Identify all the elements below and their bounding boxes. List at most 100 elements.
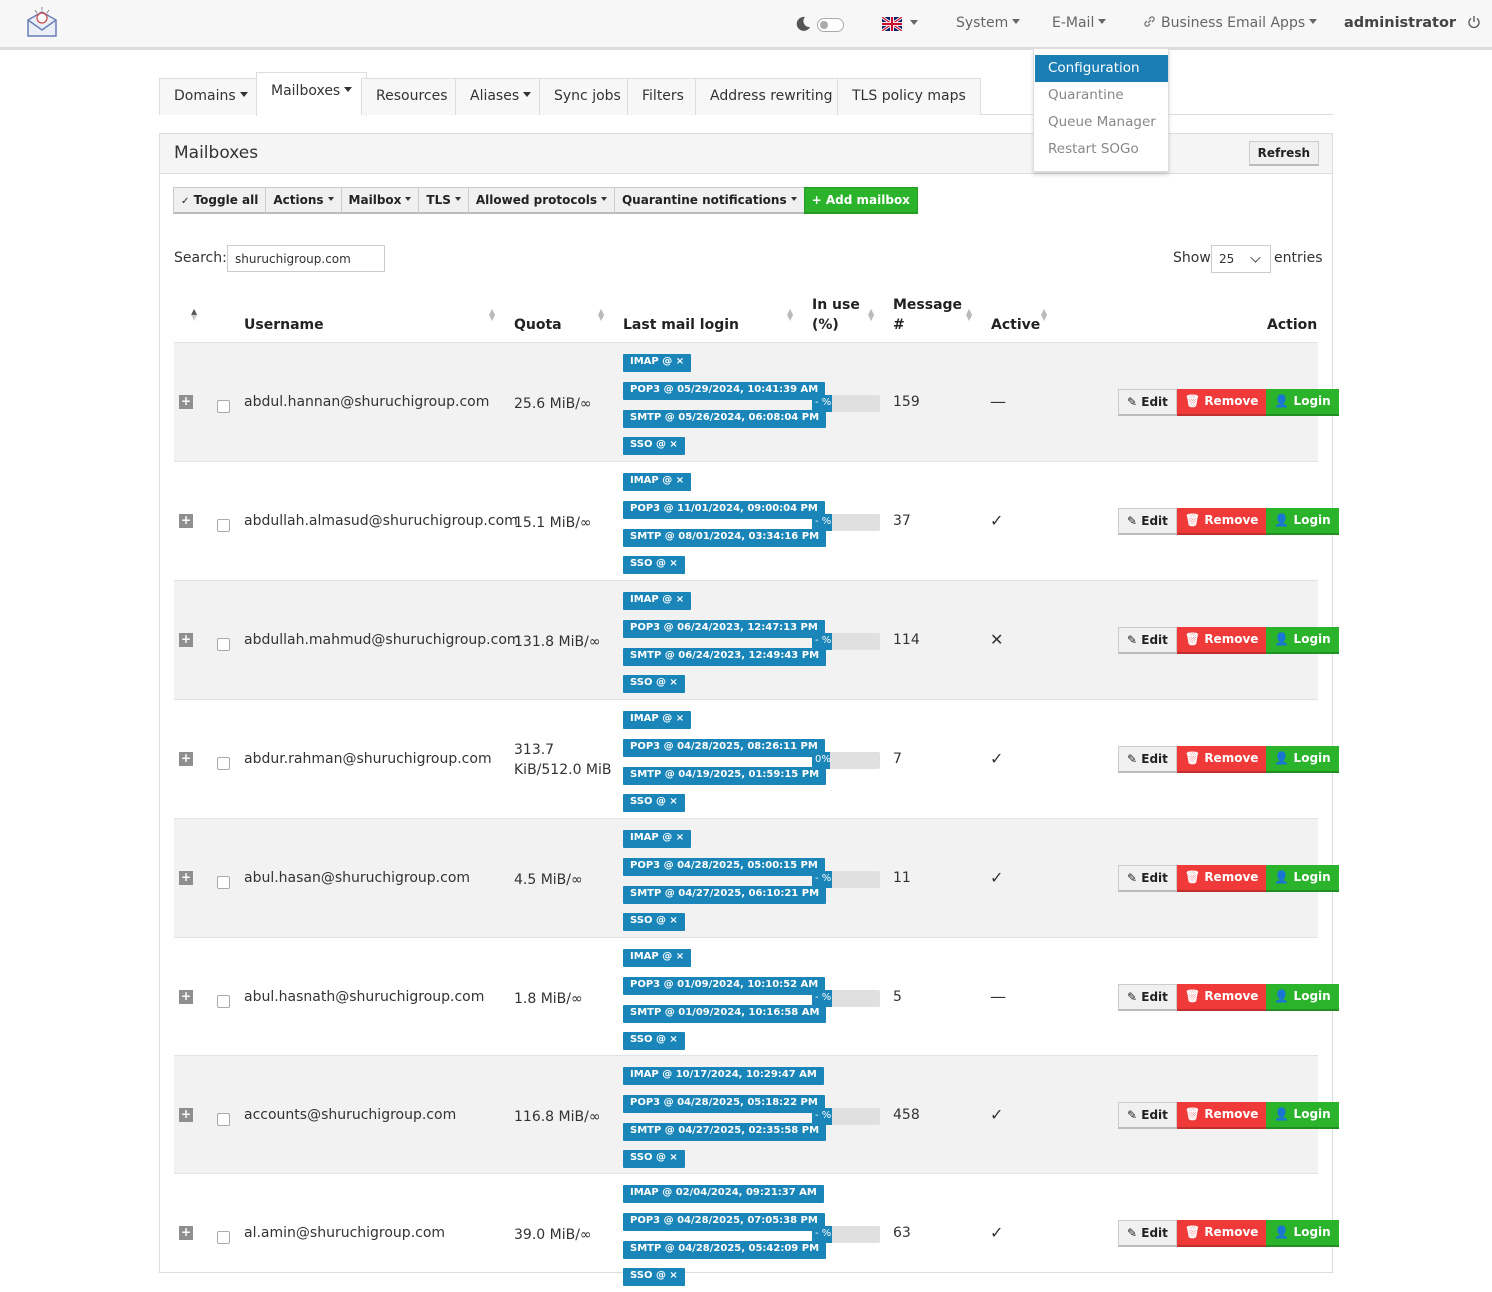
tab-tls-policy-maps[interactable]: TLS policy maps [837, 78, 981, 115]
allowed-protocols-dropdown[interactable]: Allowed protocols [467, 187, 615, 214]
expand-row-icon[interactable]: + [179, 990, 193, 1004]
edit-button[interactable]: ✎ Edit [1118, 389, 1177, 416]
sso-login-badge: SSO @ × [623, 794, 685, 812]
row-checkbox[interactable] [217, 757, 230, 770]
edit-button[interactable]: ✎ Edit [1118, 865, 1177, 892]
add-mailbox-button[interactable]: + Add mailbox [803, 187, 918, 214]
tls-dropdown[interactable]: TLS [418, 187, 469, 214]
tab-mailboxes[interactable]: Mailboxes [256, 72, 368, 116]
edit-button[interactable]: ✎ Edit [1118, 627, 1177, 654]
sort-asc-icon[interactable]: ▲ ▼ [191, 308, 197, 322]
menu-item-queue-manager[interactable]: Queue Manager [1035, 109, 1168, 136]
button-label: Edit [1141, 1226, 1168, 1240]
search-input[interactable] [227, 245, 385, 272]
button-label: Remove [1204, 751, 1259, 765]
quarantine-notifications-dropdown[interactable]: Quarantine notifications [613, 187, 805, 214]
dark-mode-toggle[interactable] [817, 18, 844, 32]
row-checkbox[interactable] [217, 638, 230, 651]
remove-button[interactable]: 🗑 Remove [1176, 508, 1267, 535]
remove-button[interactable]: 🗑 Remove [1176, 984, 1267, 1011]
username-cell: abul.hasnath@shuruchigroup.com [244, 989, 485, 1005]
login-button[interactable]: 👤 Login [1266, 746, 1339, 773]
column-header-last-login[interactable]: Last mail login [623, 315, 739, 335]
sort-icon[interactable]: ▲ ▼ [868, 308, 874, 322]
login-button[interactable]: 👤 Login [1266, 1102, 1339, 1129]
trash-icon: 🗑 [1184, 870, 1201, 884]
edit-button[interactable]: ✎ Edit [1118, 1220, 1177, 1247]
nav-system-menu[interactable]: System [956, 15, 1021, 31]
remove-button[interactable]: 🗑 Remove [1176, 865, 1267, 892]
in-use-progress-fill: - % [812, 395, 832, 412]
mailbox-dropdown[interactable]: Mailbox [340, 187, 420, 214]
expand-row-icon[interactable]: + [179, 1226, 193, 1240]
login-button[interactable]: 👤 Login [1266, 984, 1339, 1011]
column-header-messages[interactable]: Message # [893, 295, 962, 335]
nav-email-menu[interactable]: E-Mail [1052, 15, 1107, 31]
toggle-all-button[interactable]: ✓ Toggle all [173, 187, 267, 214]
button-label: Remove [1204, 870, 1259, 884]
tab-sync-jobs[interactable]: Sync jobs [539, 78, 636, 115]
login-button[interactable]: 👤 Login [1266, 865, 1339, 892]
nav-apps-menu[interactable]: Business Email Apps [1143, 15, 1318, 31]
login-button[interactable]: 👤 Login [1266, 627, 1339, 654]
edit-button[interactable]: ✎ Edit [1118, 1102, 1177, 1129]
edit-button[interactable]: ✎ Edit [1118, 508, 1177, 535]
row-checkbox[interactable] [217, 519, 230, 532]
menu-item-quarantine[interactable]: Quarantine [1035, 82, 1168, 109]
edit-button[interactable]: ✎ Edit [1118, 984, 1177, 1011]
remove-button[interactable]: 🗑 Remove [1176, 746, 1267, 773]
sort-icon[interactable]: ▲ ▼ [1041, 308, 1047, 322]
power-icon[interactable] [1467, 15, 1481, 29]
edit-button[interactable]: ✎ Edit [1118, 746, 1177, 773]
column-header-in-use[interactable]: In use (%) [812, 295, 860, 335]
pencil-icon: ✎ [1127, 633, 1138, 647]
mailcow-logo-icon[interactable] [22, 6, 62, 42]
expand-row-icon[interactable]: + [179, 633, 193, 647]
entries-per-page-select[interactable]: 25 [1211, 245, 1271, 273]
actions-dropdown[interactable]: Actions [265, 187, 342, 214]
login-button[interactable]: 👤 Login [1266, 1220, 1339, 1247]
remove-button[interactable]: 🗑 Remove [1176, 389, 1267, 416]
menu-item-configuration[interactable]: Configuration [1035, 55, 1168, 82]
sort-icon[interactable]: ▲ ▼ [966, 308, 972, 322]
remove-button[interactable]: 🗑 Remove [1176, 627, 1267, 654]
uk-flag-icon[interactable] [882, 17, 902, 31]
column-header-active[interactable]: Active [991, 315, 1040, 335]
row-checkbox[interactable] [217, 400, 230, 413]
tab-address-rewriting[interactable]: Address rewriting [695, 78, 848, 115]
row-checkbox[interactable] [217, 995, 230, 1008]
row-checkbox[interactable] [217, 1231, 230, 1244]
tab-aliases[interactable]: Aliases [455, 78, 547, 115]
smtp-login-badge: SMTP @ 01/09/2024, 10:16:58 AM [623, 1005, 827, 1023]
column-header-quota[interactable]: Quota [514, 315, 562, 335]
tab-filters[interactable]: Filters [627, 78, 699, 115]
remove-button[interactable]: 🗑 Remove [1176, 1220, 1267, 1247]
sort-icon[interactable]: ▲ ▼ [787, 308, 793, 322]
in-use-progress-fill: - % [812, 633, 832, 650]
remove-button[interactable]: 🗑 Remove [1176, 1102, 1267, 1129]
column-header-username[interactable]: Username [244, 315, 324, 335]
menu-item-restart-sogo[interactable]: Restart SOGo [1035, 136, 1168, 163]
expand-row-icon[interactable]: + [179, 395, 193, 409]
login-button[interactable]: 👤 Login [1266, 389, 1339, 416]
expand-row-icon[interactable]: + [179, 752, 193, 766]
user-menu[interactable]: administrator [1344, 15, 1481, 31]
sort-icon[interactable]: ▲ ▼ [598, 308, 604, 322]
row-checkbox[interactable] [217, 876, 230, 889]
refresh-button[interactable]: Refresh [1248, 141, 1319, 166]
row-checkbox[interactable] [217, 1113, 230, 1126]
row-actions: ✎ Edit 🗑 Remove 👤 Login [1118, 508, 1339, 535]
tab-domains[interactable]: Domains [159, 78, 263, 115]
header-line: # [893, 317, 905, 333]
expand-row-icon[interactable]: + [179, 871, 193, 885]
sso-login-badge: SSO @ × [623, 1268, 685, 1286]
trash-icon: 🗑 [1184, 1225, 1201, 1239]
smtp-login-badge: SMTP @ 04/27/2025, 06:10:21 PM [623, 886, 827, 904]
sort-icon[interactable]: ▲ ▼ [489, 308, 495, 322]
expand-row-icon[interactable]: + [179, 514, 193, 528]
button-label: Remove [1204, 632, 1259, 646]
tab-resources[interactable]: Resources [361, 78, 463, 115]
expand-row-icon[interactable]: + [179, 1108, 193, 1122]
login-button[interactable]: 👤 Login [1266, 508, 1339, 535]
tab-label: Mailboxes [271, 83, 341, 99]
